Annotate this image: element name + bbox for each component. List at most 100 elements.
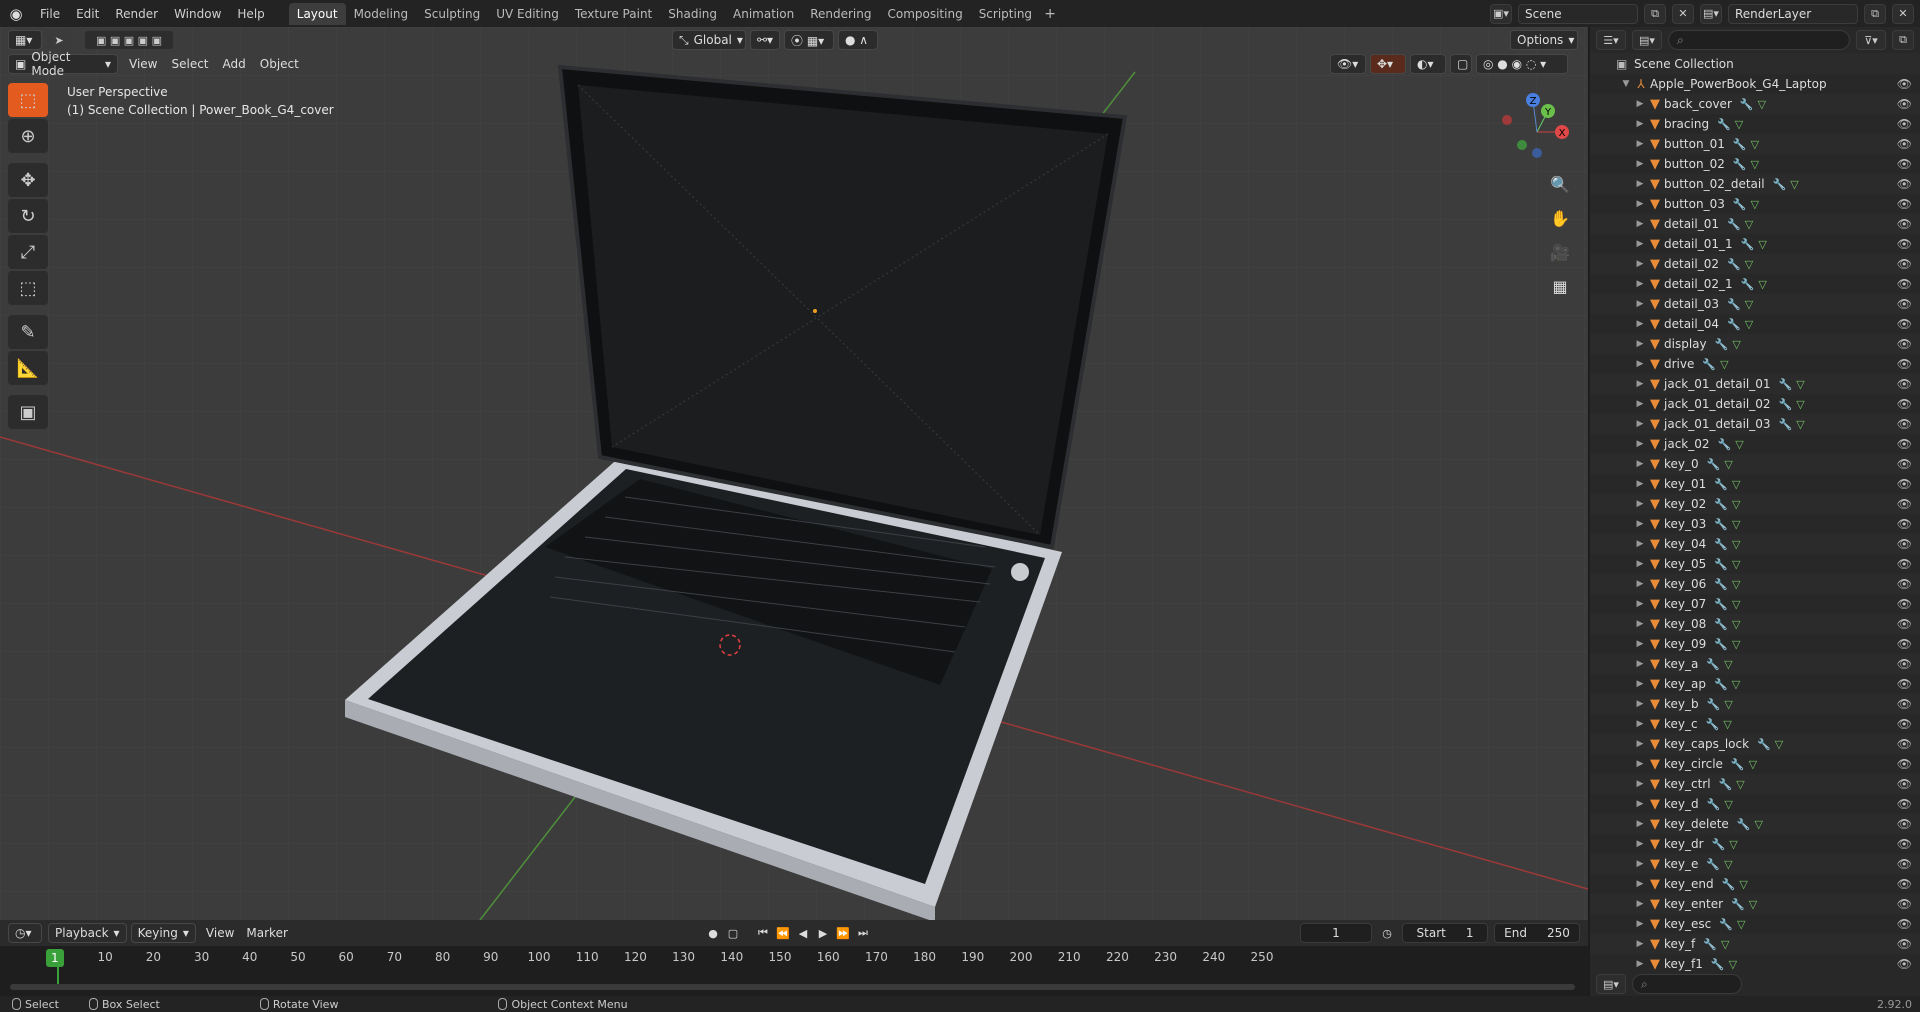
menu-select[interactable]: Select xyxy=(164,57,215,71)
outliner-item[interactable]: ▶ ▼ button_03 🔧 ▽ 👁 xyxy=(1590,194,1920,214)
camera-view-icon[interactable]: 🎥 xyxy=(1546,238,1574,266)
mesh-data-icon[interactable]: ▽ xyxy=(1751,138,1759,151)
mesh-data-icon[interactable]: ▽ xyxy=(1790,178,1798,191)
eye-icon[interactable]: 👁 xyxy=(1897,457,1912,471)
outliner-item[interactable]: ▶ ▼ key_delete 🔧 ▽ 👁 xyxy=(1590,814,1920,834)
mesh-data-icon[interactable]: ▽ xyxy=(1758,98,1766,111)
expand-arrow-icon[interactable]: ▶ xyxy=(1634,579,1646,589)
timeline-scrollbar[interactable] xyxy=(10,984,1575,990)
outliner-item[interactable]: ▶ ▼ bracing 🔧 ▽ 👁 xyxy=(1590,114,1920,134)
mesh-data-icon[interactable]: ▽ xyxy=(1737,918,1745,931)
prev-keyframe-icon[interactable]: ⏪ xyxy=(774,923,792,943)
overlay-toggle-icon[interactable]: ◐▾ xyxy=(1410,54,1446,74)
frame-ruler[interactable]: 1 10 20 30 40 50 60 70 80 90 100 110 120 130 140 150 16… xyxy=(0,946,1588,996)
eye-icon[interactable]: 👁 xyxy=(1897,577,1912,591)
add-workspace-icon[interactable]: + xyxy=(1040,3,1060,25)
expand-arrow-icon[interactable]: ▶ xyxy=(1634,779,1646,789)
mesh-data-icon[interactable]: ▽ xyxy=(1745,318,1753,331)
expand-arrow-icon[interactable]: ▶ xyxy=(1634,619,1646,629)
eye-icon[interactable]: 👁 xyxy=(1897,837,1912,851)
outliner-item[interactable]: ▶ ▼ key_09 🔧 ▽ 👁 xyxy=(1590,634,1920,654)
tab-texture-paint[interactable]: Texture Paint xyxy=(567,3,660,25)
outliner-item[interactable]: ▶ ▼ detail_02_1 🔧 ▽ 👁 xyxy=(1590,274,1920,294)
new-collection-icon[interactable]: ⧉ xyxy=(1892,30,1914,50)
modifier-wrench-icon[interactable]: 🔧 xyxy=(1714,598,1728,611)
mesh-data-icon[interactable]: ▽ xyxy=(1732,498,1740,511)
mesh-data-icon[interactable]: ▽ xyxy=(1732,538,1740,551)
xray-icon[interactable]: ▢ xyxy=(1450,54,1472,74)
eye-icon[interactable]: 👁 xyxy=(1897,397,1912,411)
outliner-item[interactable]: ▶ ▼ key_03 🔧 ▽ 👁 xyxy=(1590,514,1920,534)
mesh-data-icon[interactable]: ▽ xyxy=(1755,818,1763,831)
modifier-wrench-icon[interactable]: 🔧 xyxy=(1741,278,1755,291)
outliner-item[interactable]: ▶ ▼ jack_02 🔧 ▽ 👁 xyxy=(1590,434,1920,454)
modifier-wrench-icon[interactable]: 🔧 xyxy=(1718,438,1732,451)
tab-sculpting[interactable]: Sculpting xyxy=(416,3,488,25)
editor-type-icon[interactable]: ▦▾ xyxy=(8,30,42,50)
transform-orientation-dropdown[interactable]: ⤡ Global ▾ xyxy=(672,30,746,50)
expand-arrow-icon[interactable]: ▶ xyxy=(1634,539,1646,549)
tab-layout[interactable]: Layout xyxy=(288,2,346,25)
zoom-icon[interactable]: 🔍 xyxy=(1546,170,1574,198)
modifier-wrench-icon[interactable]: 🔧 xyxy=(1733,158,1747,171)
expand-arrow-icon[interactable]: ▶ xyxy=(1634,919,1646,929)
mesh-data-icon[interactable]: ▽ xyxy=(1735,118,1743,131)
eye-icon[interactable]: 👁 xyxy=(1897,377,1912,391)
transform-tool-icon[interactable]: ⬚ xyxy=(8,271,48,305)
eye-icon[interactable]: 👁 xyxy=(1897,477,1912,491)
preview-range-icon[interactable]: ◷ xyxy=(1378,923,1396,943)
outliner-item[interactable]: ▶ ▼ key_circle 🔧 ▽ 👁 xyxy=(1590,754,1920,774)
modifier-wrench-icon[interactable]: 🔧 xyxy=(1773,178,1787,191)
eye-icon[interactable]: 👁 xyxy=(1897,917,1912,931)
outliner-item[interactable]: ▶ ▼ key_f 🔧 ▽ 👁 xyxy=(1590,934,1920,954)
outliner-item[interactable]: ▶ ▼ key_ap 🔧 ▽ 👁 xyxy=(1590,674,1920,694)
outliner-item[interactable]: ▶ ▼ jack_01_detail_02 🔧 ▽ 👁 xyxy=(1590,394,1920,414)
mesh-data-icon[interactable]: ▽ xyxy=(1745,258,1753,271)
mesh-data-icon[interactable]: ▽ xyxy=(1732,638,1740,651)
properties-search-input[interactable]: ⌕ xyxy=(1632,974,1742,994)
eye-icon[interactable]: 👁 xyxy=(1897,137,1912,151)
outliner-item[interactable]: ▶ ▼ key_04 🔧 ▽ 👁 xyxy=(1590,534,1920,554)
add-cube-tool-icon[interactable]: ▣ xyxy=(8,395,48,429)
modifier-wrench-icon[interactable]: 🔧 xyxy=(1715,338,1729,351)
eye-icon[interactable]: 👁 xyxy=(1897,637,1912,651)
mesh-data-icon[interactable]: ▽ xyxy=(1724,658,1732,671)
playback-dropdown[interactable]: Playback ▾ xyxy=(48,923,127,943)
menu-help[interactable]: Help xyxy=(229,7,272,21)
tab-modeling[interactable]: Modeling xyxy=(346,3,417,25)
outliner-item[interactable]: ▶ ▼ key_07 🔧 ▽ 👁 xyxy=(1590,594,1920,614)
outliner-item[interactable]: ▶ ▼ key_caps_lock 🔧 ▽ 👁 xyxy=(1590,734,1920,754)
select-box-icon[interactable]: ⬚ xyxy=(8,83,48,117)
modifier-wrench-icon[interactable]: 🔧 xyxy=(1714,678,1728,691)
eye-icon[interactable]: 👁 xyxy=(1897,497,1912,511)
mesh-data-icon[interactable]: ▽ xyxy=(1732,678,1740,691)
eye-icon[interactable]: 👁 xyxy=(1897,717,1912,731)
eye-icon[interactable]: 👁 xyxy=(1897,357,1912,371)
outliner-item[interactable]: ▶ ▼ detail_01 🔧 ▽ 👁 xyxy=(1590,214,1920,234)
expand-arrow-icon[interactable]: ▶ xyxy=(1634,419,1646,429)
modifier-wrench-icon[interactable]: 🔧 xyxy=(1741,238,1755,251)
expand-arrow-icon[interactable]: ▶ xyxy=(1634,899,1646,909)
move-tool-icon[interactable]: ✥ xyxy=(8,163,48,197)
expand-arrow-icon[interactable]: ▶ xyxy=(1634,559,1646,569)
modifier-wrench-icon[interactable]: 🔧 xyxy=(1779,398,1793,411)
ortho-grid-icon[interactable]: ▦ xyxy=(1546,272,1574,300)
mesh-data-icon[interactable]: ▽ xyxy=(1735,438,1743,451)
mesh-data-icon[interactable]: ▽ xyxy=(1732,558,1740,571)
mesh-data-icon[interactable]: ▽ xyxy=(1724,858,1732,871)
expand-arrow-icon[interactable]: ▶ xyxy=(1634,659,1646,669)
expand-arrow-icon[interactable]: ▶ xyxy=(1634,299,1646,309)
expand-arrow-icon[interactable]: ▶ xyxy=(1634,379,1646,389)
menu-view[interactable]: View xyxy=(200,926,240,940)
shading-mode-icons[interactable]: ◎ ● ◉ ◌ ▾ xyxy=(1476,54,1568,74)
tab-animation[interactable]: Animation xyxy=(725,3,802,25)
mesh-data-icon[interactable]: ▽ xyxy=(1732,478,1740,491)
modifier-wrench-icon[interactable]: 🔧 xyxy=(1707,698,1721,711)
eye-icon[interactable]: 👁 xyxy=(1897,97,1912,111)
expand-arrow-icon[interactable]: ▶ xyxy=(1634,119,1646,129)
modifier-wrench-icon[interactable]: 🔧 xyxy=(1722,878,1736,891)
scene-browse-icon[interactable]: ▣▾ xyxy=(1490,3,1512,24)
properties-editor-icon[interactable]: ▤▾ xyxy=(1596,974,1626,994)
scale-tool-icon[interactable]: ⤢ xyxy=(8,235,48,269)
options-dropdown[interactable]: Options ▾ xyxy=(1510,30,1578,50)
